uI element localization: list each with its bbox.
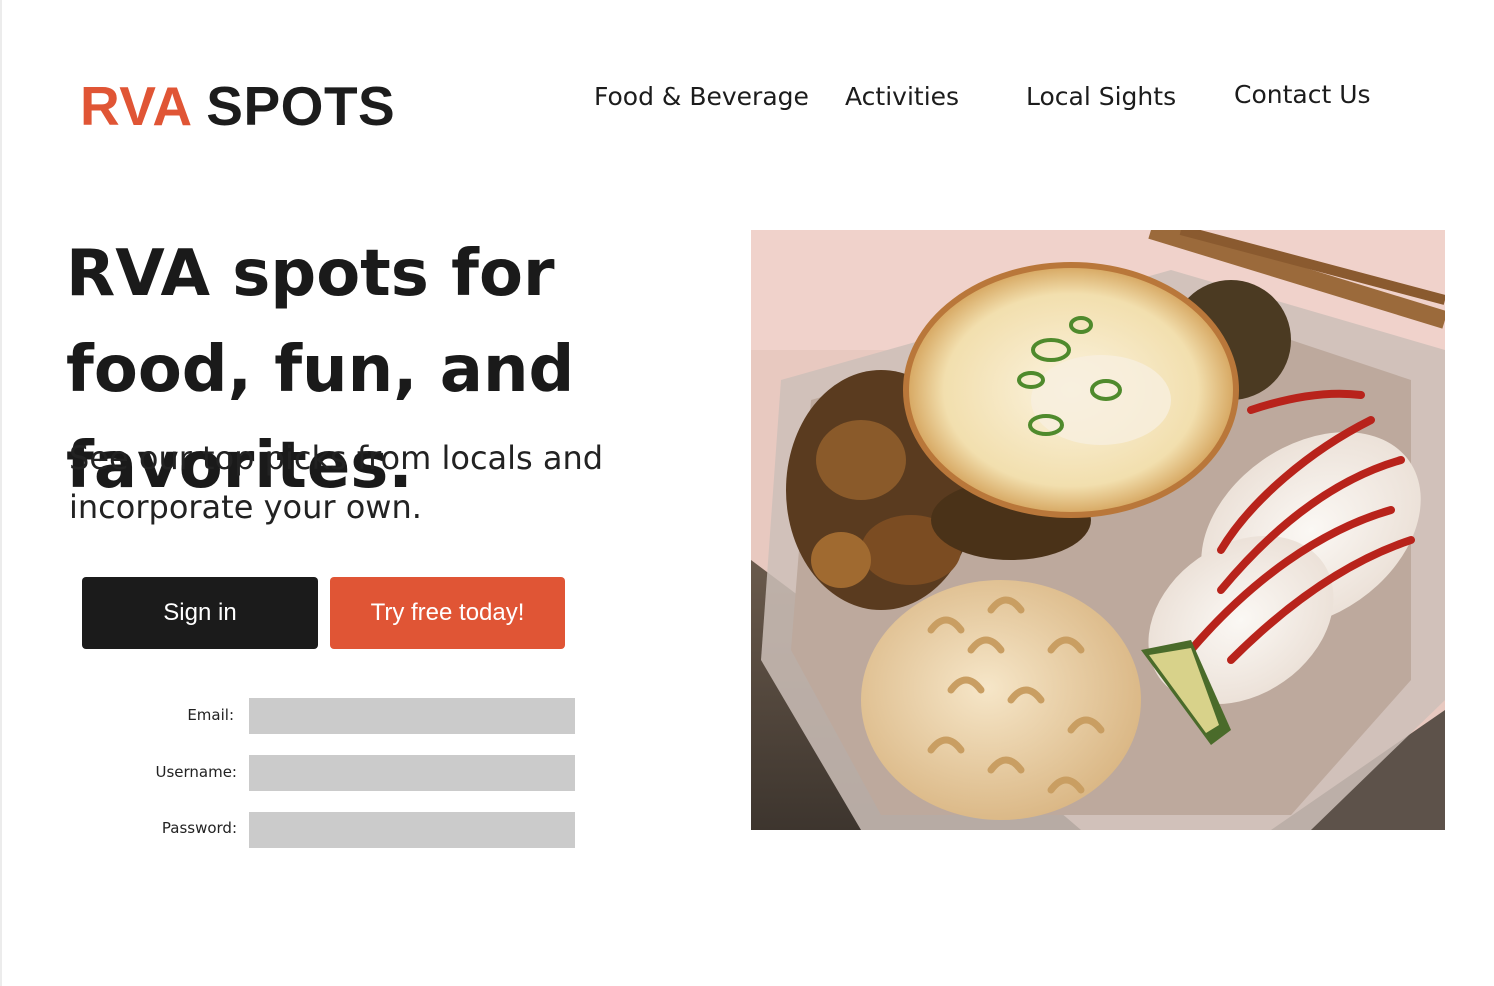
email-field[interactable] [249, 698, 575, 734]
hero-food-photo [751, 230, 1445, 830]
nav-contact-us[interactable]: Contact Us [1234, 80, 1371, 109]
password-label: Password: [161, 819, 237, 837]
password-field[interactable] [249, 812, 575, 848]
food-plate-photo-icon [751, 230, 1445, 830]
sign-in-button[interactable]: Sign in [82, 577, 318, 649]
username-label: Username: [155, 763, 237, 781]
nav-activities[interactable]: Activities [845, 82, 959, 111]
page-edge [0, 0, 2, 986]
site-logo[interactable]: RVA SPOTS [80, 74, 395, 138]
nav-food-beverage[interactable]: Food & Beverage [594, 82, 809, 111]
logo-spots: SPOTS [206, 75, 396, 137]
email-label: Email: [187, 706, 234, 724]
nav-local-sights[interactable]: Local Sights [1026, 82, 1176, 111]
hero-subtitle: See our top picks from locals and incorp… [69, 439, 604, 526]
logo-rva: RVA [80, 75, 191, 137]
try-free-button[interactable]: Try free today! [330, 577, 565, 649]
username-field[interactable] [249, 755, 575, 791]
